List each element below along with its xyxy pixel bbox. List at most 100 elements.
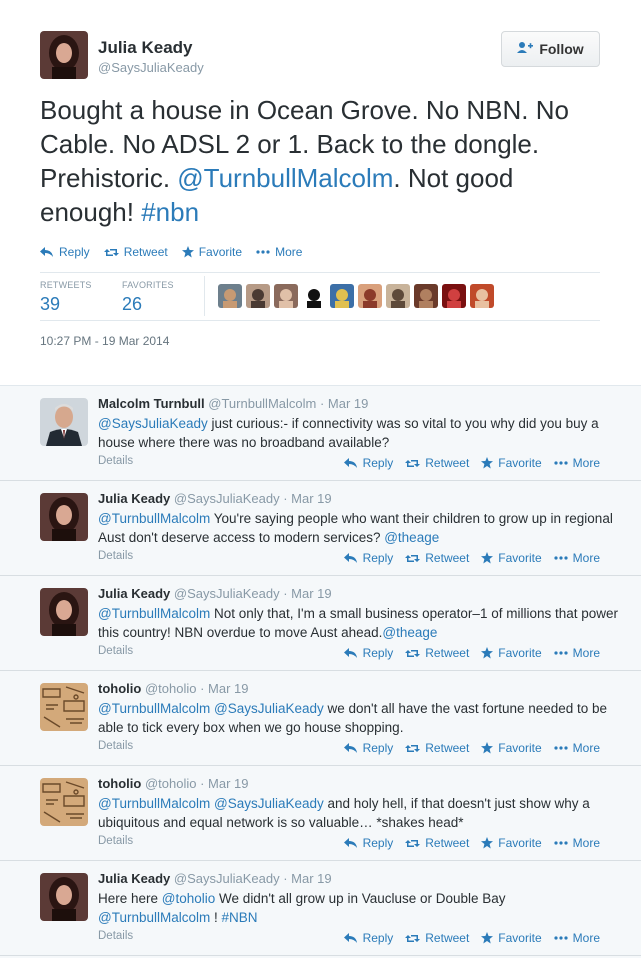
reply-date[interactable]: Mar 19 — [291, 871, 331, 886]
hashtag-link[interactable]: #nbn — [141, 197, 199, 227]
mention-link[interactable]: @TurnbullMalcolm — [98, 796, 210, 811]
reply-date[interactable]: Mar 19 — [328, 396, 368, 411]
more-button[interactable]: More — [554, 646, 600, 660]
favorite-button[interactable]: Favorite — [481, 646, 542, 660]
favorite-button[interactable]: Favorite — [481, 551, 542, 565]
reply-tweet[interactable]: toholio @toholio · Mar 19 @TurnbullMalcol… — [0, 766, 641, 861]
reply-author-handle[interactable]: @SaysJuliaKeady — [170, 871, 280, 886]
reply-author-name[interactable]: Julia Keady — [98, 491, 170, 506]
favorite-button[interactable]: Favorite — [181, 245, 242, 259]
reply-author-name[interactable]: Julia Keady — [98, 586, 170, 601]
mention-link[interactable]: @theage — [382, 625, 437, 640]
reply-button[interactable]: Reply — [40, 245, 90, 259]
favoriter-avatar[interactable] — [302, 284, 326, 308]
star-icon — [181, 246, 194, 258]
reply-button[interactable]: Reply — [343, 836, 393, 850]
favoriter-avatar[interactable] — [386, 284, 410, 308]
reply-author-name[interactable]: Julia Keady — [98, 871, 170, 886]
reply-tweet[interactable]: Julia Keady @SaysJuliaKeady · Mar 19 @Tur… — [0, 481, 641, 576]
details-link[interactable]: Details — [98, 740, 133, 752]
reply-avatar[interactable] — [40, 873, 88, 921]
author-name[interactable]: Julia Keady — [98, 38, 193, 58]
reply-author-handle[interactable]: @SaysJuliaKeady — [170, 586, 280, 601]
details-link[interactable]: Details — [98, 550, 133, 562]
retweet-button[interactable]: Retweet — [405, 836, 469, 850]
favoriter-avatar[interactable] — [470, 284, 494, 308]
favorites-stat[interactable]: FAVORITES 26 — [122, 280, 174, 315]
details-link[interactable]: Details — [98, 455, 133, 467]
more-button[interactable]: More — [554, 456, 600, 470]
favoriter-avatar[interactable] — [442, 284, 466, 308]
reply-avatar[interactable] — [40, 778, 88, 826]
mention-link[interactable]: @TurnbullMalcolm — [98, 511, 210, 526]
favoriter-avatar[interactable] — [246, 284, 270, 308]
retweet-label: Retweet — [425, 551, 470, 565]
more-button[interactable]: More — [256, 245, 302, 259]
reply-date[interactable]: Mar 19 — [208, 776, 248, 791]
retweet-button[interactable]: Retweet — [405, 456, 469, 470]
mention-link[interactable]: @SaysJuliaKeady — [214, 796, 324, 811]
reply-date[interactable]: Mar 19 — [291, 586, 331, 601]
mention-link[interactable]: @TurnbullMalcolm — [98, 701, 210, 716]
reply-avatar[interactable] — [40, 398, 88, 446]
details-link[interactable]: Details — [98, 645, 133, 657]
more-button[interactable]: More — [554, 931, 600, 945]
more-button[interactable]: More — [554, 836, 600, 850]
favorite-button[interactable]: Favorite — [481, 931, 542, 945]
reply-author-name[interactable]: toholio — [98, 681, 141, 696]
tweet-timestamp[interactable]: 10:27 PM - 19 Mar 2014 — [40, 334, 169, 348]
reply-date[interactable]: Mar 19 — [291, 491, 331, 506]
details-link[interactable]: Details — [98, 930, 133, 942]
reply-author-handle[interactable]: @toholio — [141, 776, 197, 791]
reply-icon — [343, 647, 357, 658]
reply-author-name[interactable]: toholio — [98, 776, 141, 791]
reply-button[interactable]: Reply — [343, 931, 393, 945]
favoriter-avatar[interactable] — [414, 284, 438, 308]
mention-link[interactable]: @TurnbullMalcolm — [98, 910, 210, 925]
reply-avatar[interactable] — [40, 588, 88, 636]
reply-tweet[interactable]: Julia Keady @SaysJuliaKeady · Mar 19 @Tur… — [0, 576, 641, 671]
favoriter-avatar[interactable] — [218, 284, 242, 308]
details-link[interactable]: Details — [98, 835, 133, 847]
more-icon — [554, 651, 568, 655]
mention-link[interactable]: @TurnbullMalcolm — [98, 606, 210, 621]
reply-date[interactable]: Mar 19 — [208, 681, 248, 696]
follow-button[interactable]: Follow — [501, 31, 600, 67]
retweet-button[interactable]: Retweet — [405, 741, 469, 755]
reply-button[interactable]: Reply — [343, 551, 393, 565]
mention-link[interactable]: @SaysJuliaKeady — [214, 701, 324, 716]
favorite-button[interactable]: Favorite — [481, 836, 542, 850]
reply-author-handle[interactable]: @toholio — [141, 681, 197, 696]
favorite-button[interactable]: Favorite — [481, 741, 542, 755]
hashtag-link[interactable]: #NBN — [222, 910, 258, 925]
retweets-stat[interactable]: RETWEETS 39 — [40, 280, 92, 315]
reply-tweet[interactable]: toholio @toholio · Mar 19 @TurnbullMalcol… — [0, 671, 641, 766]
favoriter-avatar[interactable] — [274, 284, 298, 308]
favorite-button[interactable]: Favorite — [481, 456, 542, 470]
mention-link[interactable]: @TurnbullMalcolm — [177, 163, 393, 193]
mention-link[interactable]: @SaysJuliaKeady — [98, 416, 208, 431]
reply-author-handle[interactable]: @TurnbullMalcolm — [205, 396, 316, 411]
reply-author-name[interactable]: Malcolm Turnbull — [98, 396, 205, 411]
reply-avatar[interactable] — [40, 683, 88, 731]
favoriter-avatar[interactable] — [330, 284, 354, 308]
retweet-button[interactable]: Retweet — [405, 931, 469, 945]
retweet-button[interactable]: Retweet — [405, 646, 469, 660]
retweet-button[interactable]: Retweet — [405, 551, 469, 565]
author-handle[interactable]: @SaysJuliaKeady — [98, 60, 204, 75]
author-avatar[interactable] — [40, 31, 88, 79]
more-button[interactable]: More — [554, 551, 600, 565]
mention-link[interactable]: @toholio — [162, 891, 216, 906]
reply-avatar[interactable] — [40, 493, 88, 541]
retweet-button[interactable]: Retweet — [103, 245, 168, 259]
favoriter-avatar[interactable] — [358, 284, 382, 308]
reply-button[interactable]: Reply — [343, 741, 393, 755]
mention-link[interactable]: @theage — [384, 530, 439, 545]
more-button[interactable]: More — [554, 741, 600, 755]
reply-author-handle[interactable]: @SaysJuliaKeady — [170, 491, 280, 506]
reply-tweet[interactable]: Julia Keady @SaysJuliaKeady · Mar 19 Here… — [0, 861, 641, 956]
reply-tweet[interactable]: Malcolm Turnbull @TurnbullMalcolm · Mar … — [0, 386, 641, 481]
reply-icon — [343, 742, 357, 753]
reply-button[interactable]: Reply — [343, 456, 393, 470]
reply-button[interactable]: Reply — [343, 646, 393, 660]
